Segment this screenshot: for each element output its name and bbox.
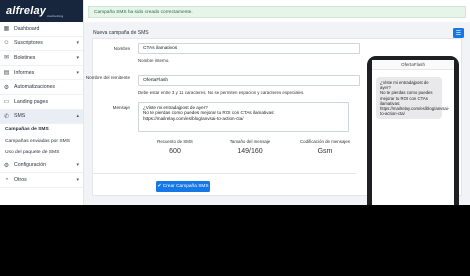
sidebar-item-label: Landing pages: [14, 98, 49, 105]
message-size-value: 149/160: [237, 148, 263, 155]
sender-input-value: OfertaFlash: [143, 78, 169, 83]
reports-icon: ▤: [3, 70, 10, 77]
sender-label: Nombre del remitente: [85, 75, 130, 80]
message-size-label: Tamaño del mensaje: [229, 139, 271, 144]
alert-text: Campaña SMS ha sido creado correctamente…: [94, 9, 193, 15]
sidebar-subitem-label: Uso del paquete de SMS: [5, 150, 60, 156]
brand-tagline: marketing: [47, 13, 64, 18]
sidebar-subitem-campanas-sms[interactable]: Campañas de SMS: [0, 124, 83, 136]
sidebar-item-label: Informes: [14, 69, 35, 76]
brand-logo[interactable]: alfrelay marketing: [0, 0, 83, 22]
users-icon: ☺: [3, 40, 10, 47]
other-icon: ◔: [4, 177, 9, 184]
sms-count-label: Recuento de SMS: [157, 139, 193, 144]
list-icon: ☰: [455, 30, 462, 37]
name-input[interactable]: CTAs ilamativos: [138, 43, 360, 54]
sms-count-value: 600: [169, 148, 181, 155]
chevron-down-icon: ▾: [76, 177, 79, 184]
page-title: Nueva campaña de SMS: [93, 30, 149, 36]
sidebar-item-suscriptores[interactable]: ☺ Suscriptores ▾: [0, 37, 83, 52]
phone-sender-header: OfertaFlash: [372, 60, 454, 70]
sms-bubble: ¿Viste mi entradajpost de ayer? No te pi…: [376, 77, 449, 120]
sidebar-item-automatizaciones[interactable]: ⚙ Automatizaciones: [0, 80, 83, 95]
sender-input[interactable]: OfertaFlash: [138, 75, 360, 86]
sidebar-subitem-campanas-enviadas[interactable]: Campañas enviadas por SMS: [0, 136, 83, 148]
sidebar-item-label: Otros: [14, 177, 27, 184]
name-input-value: CTAs ilamativos: [143, 46, 178, 51]
automation-icon: ⚙: [3, 84, 10, 91]
encoding-label: Codificación de mensajes: [299, 139, 351, 144]
name-label: Nombre: [113, 46, 130, 51]
sidebar-item-sms[interactable]: ✆ SMS ▴: [0, 109, 83, 125]
sidebar-item-label: Automatizaciones: [14, 84, 55, 91]
sidebar-item-dashboard[interactable]: ▦ Dashboard: [0, 22, 83, 37]
sms-icon: ✆: [3, 113, 10, 120]
sidebar: alfrelay marketing ▦ Dashboard ☺ Suscrip…: [0, 0, 84, 205]
sidebar-item-configuracion[interactable]: ⚙ Configuración ▾: [0, 159, 83, 174]
divider: [93, 173, 356, 174]
dashboard-icon: ▦: [3, 26, 10, 33]
gear-icon: ⚙: [3, 162, 10, 169]
chevron-down-icon: ▾: [76, 69, 79, 76]
encoding-value: Gsm: [317, 148, 333, 155]
sidebar-subitem-uso-paquete[interactable]: Uso del paquete de SMS: [0, 147, 83, 159]
chevron-down-icon: ▾: [76, 40, 79, 47]
message-label: Mensaje: [112, 105, 130, 110]
success-alert: Campaña SMS ha sido creado correctamente…: [88, 6, 466, 18]
sidebar-item-label: Configuración: [14, 162, 47, 169]
sidebar-subitem-label: Campañas enviadas por SMS: [5, 138, 70, 144]
sender-help: Debe estar entre 3 y 11 caracteres. No s…: [138, 90, 305, 95]
sidebar-item-landing-pages[interactable]: ▭ Landing pages: [0, 95, 83, 110]
sidebar-item-boletines[interactable]: ✉ Boletines ▾: [0, 51, 83, 66]
sidebar-item-label: Dashboard: [14, 25, 40, 32]
landing-icon: ▭: [3, 99, 10, 106]
sidebar-item-informes[interactable]: ▤ Informes ▾: [0, 66, 83, 81]
menu-button[interactable]: ☰: [453, 28, 464, 38]
sidebar-item-label: Suscriptores: [14, 40, 43, 47]
chevron-down-icon: ▾: [76, 54, 79, 61]
brand-name: alfrelay: [6, 5, 47, 17]
sidebar-item-label: Boletines: [14, 54, 36, 61]
create-campaign-button[interactable]: ✔ Crear Campaña SMS: [156, 181, 210, 192]
newsletter-icon: ✉: [3, 55, 10, 62]
sidebar-subitem-label: Campañas de SMS: [5, 127, 49, 133]
sidebar-item-otros[interactable]: ◔ Otros ▾: [0, 173, 83, 188]
app-window: alfrelay marketing ▦ Dashboard ☺ Suscrip…: [0, 0, 470, 205]
sidebar-item-label: SMS: [14, 113, 26, 120]
name-help: Nombre interno.: [138, 58, 170, 63]
chevron-down-icon: ▾: [76, 162, 79, 169]
chevron-up-icon: ▴: [76, 113, 79, 120]
message-textarea[interactable]: ¿Viste mi entradajpost de ayer? No te pi…: [138, 102, 349, 132]
